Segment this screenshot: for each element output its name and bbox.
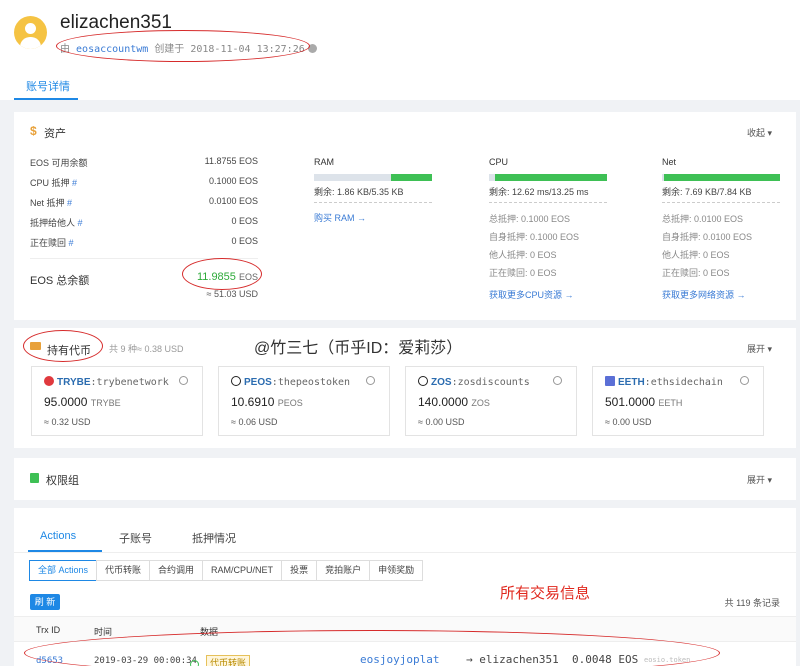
dollar-icon: $ [30,124,37,138]
column-header: Trx ID [36,625,61,635]
ram-remaining: 剩余: 1.86 KB/5.35 KB [314,185,432,203]
info-link[interactable]: # [69,238,74,248]
permissions-title: 权限组 [46,475,79,487]
watermark-text: @竹三七（币乎ID：爱莉莎） [254,340,463,357]
cpu-stat: 总抵押: 0.1000 EOS [489,214,571,224]
net-stat: 总抵押: 0.0100 EOS [662,214,744,224]
filter-bid-account[interactable]: 竞拍账户 [316,560,371,581]
list-item: Net 抵押 #0.0100 EOS [30,196,258,208]
lock-icon [30,473,39,483]
net-bar-fill [664,174,780,181]
token-icon [605,376,615,386]
exchange-icon[interactable] [740,376,749,385]
cpu-stat: 他人抵押: 0 EOS [489,250,557,260]
annotation-text: 所有交易信息 [500,585,591,602]
get-more-net-link[interactable]: 获取更多网络资源 → [662,288,780,301]
net-stat: 正在赎回: 0 EOS [662,268,730,278]
tab-underline [14,98,78,100]
net-stat: 自身抵押: 0.0100 EOS [662,232,753,242]
list-item: 抵押给他人 #0 EOS [30,216,258,228]
net-stat: 他人抵押: 0 EOS [662,250,730,260]
expand-permissions-button[interactable]: 展开 ▾ [747,473,772,486]
token-card[interactable]: EETH:ethsidechain 501.0000 EETH ≈ 0.00 U… [592,366,764,436]
get-more-cpu-link[interactable]: 获取更多CPU资源 → [489,288,607,301]
net-usage-bar [662,174,780,181]
tokens-card: 持有代币 共 9 种≈ 0.38 USD @竹三七（币乎ID：爱莉莎） 展开 ▾… [14,328,796,448]
record-count: 共 119 条记录 [724,598,780,608]
list-item: EOS 可用余额 11.8755 EOS [30,156,258,168]
exchange-icon[interactable] [179,376,188,385]
balance-list: EOS 可用余额 11.8755 EOS CPU 抵押 #0.1000 EOS N… [30,156,258,256]
token-icon [231,376,241,386]
ram-bar-fill [390,174,432,181]
annotation-ellipse-total [182,258,262,290]
net-title: Net [662,157,677,167]
cpu-bar-fill [494,174,607,181]
ram-resource: RAM 剩余: 1.86 KB/5.35 KB 购买 RAM → [314,157,432,224]
action-filter-group: 全部 Actions 代币转账 合约调用 RAM/CPU/NET 投票 竞拍账户… [29,560,424,581]
cpu-resource: CPU 剩余: 12.62 ms/13.25 ms 总抵押: 0.1000 EO… [489,157,607,301]
exchange-icon[interactable] [553,376,562,385]
assets-card: $ 资产 收起 ▾ EOS 可用余额 11.8755 EOS CPU 抵押 #0.… [14,112,796,320]
net-resource: Net 剩余: 7.69 KB/7.84 KB 总抵押: 0.0100 EOS … [662,157,780,301]
refresh-button[interactable]: 刷 新 [30,594,60,610]
tab-staking[interactable]: 抵押情况 [192,530,236,546]
net-remaining: 剩余: 7.69 KB/7.84 KB [662,185,780,203]
token-icon [418,376,428,386]
ram-usage-bar [314,174,432,181]
buy-ram-link[interactable]: 购买 RAM → [314,211,432,224]
expand-tokens-button[interactable]: 展开 ▾ [747,342,772,355]
cpu-title: CPU [489,157,509,167]
total-balance-label: EOS 总余额 [30,275,90,287]
token-icon [44,376,54,386]
filter-all-actions[interactable]: 全部 Actions [29,560,98,581]
cpu-stat: 正在赎回: 0 EOS [489,268,557,278]
annotation-ellipse-creator [56,30,310,62]
cpu-usage-bar [489,174,607,181]
list-item: CPU 抵押 #0.1000 EOS [30,176,258,188]
total-balance-usd: ≈ 51.03 USD [206,289,258,299]
tabs-divider [14,552,796,553]
list-item: 正在赎回 #0 EOS [30,236,258,248]
assets-title: 资产 [44,128,66,140]
info-link[interactable]: # [78,218,83,228]
avatar [14,16,47,49]
filter-vote[interactable]: 投票 [281,560,318,581]
cpu-stat: 自身抵押: 0.1000 EOS [489,232,580,242]
info-link[interactable]: # [72,178,77,188]
filter-resources[interactable]: RAM/CPU/NET [202,560,283,581]
info-link[interactable]: # [67,198,72,208]
filter-contract-call[interactable]: 合约调用 [149,560,204,581]
tab-account-details[interactable]: 账号详情 [26,78,70,94]
cpu-remaining: 剩余: 12.62 ms/13.25 ms [489,185,607,203]
annotation-ellipse-tokens [23,330,103,362]
token-card[interactable]: ZOS:zosdiscounts 140.0000 ZOS ≈ 0.00 USD [405,366,577,436]
tab-sub-accounts[interactable]: 子账号 [119,530,152,546]
filter-claim-rewards[interactable]: 申领奖励 [369,560,424,581]
ram-title: RAM [314,157,334,167]
token-card[interactable]: PEOS:thepeostoken 10.6910 PEOS ≈ 0.06 US… [218,366,390,436]
permissions-card: 权限组 展开 ▾ [14,458,796,500]
tokens-summary: 共 9 种≈ 0.38 USD [109,344,184,354]
exchange-icon[interactable] [366,376,375,385]
tab-actions[interactable]: Actions [40,530,76,542]
tab-underline [28,550,102,552]
column-header: 时间 [94,627,113,637]
filter-token-transfer[interactable]: 代币转账 [96,560,151,581]
token-card[interactable]: TRYBE:trybenetwork 95.0000 TRYBE ≈ 0.32 … [31,366,203,436]
collapse-button[interactable]: 收起 ▾ [747,126,772,139]
